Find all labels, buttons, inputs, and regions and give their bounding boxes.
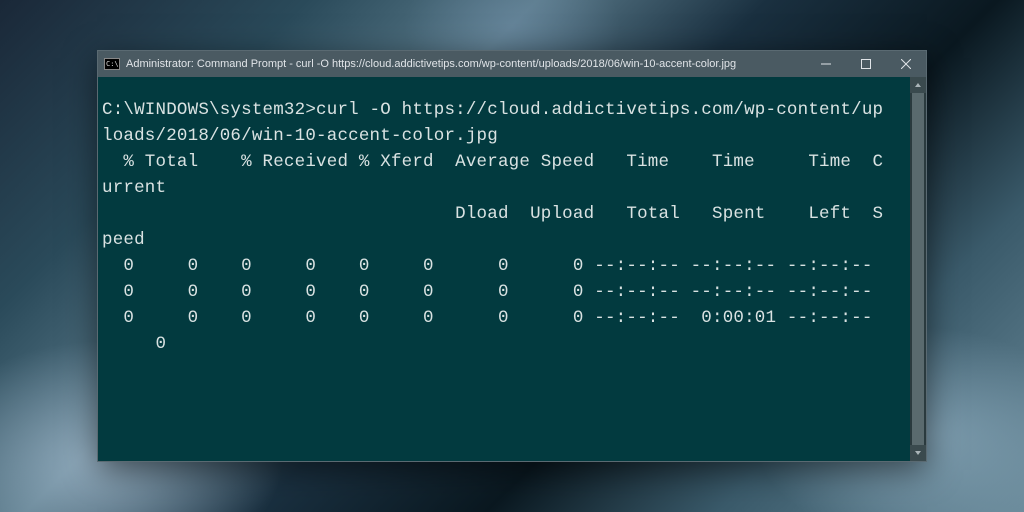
chevron-down-icon: [914, 449, 922, 457]
titlebar[interactable]: C:\ Administrator: Command Prompt - curl…: [98, 51, 926, 77]
scroll-down-button[interactable]: [910, 445, 926, 461]
vertical-scrollbar[interactable]: [910, 77, 926, 461]
maximize-button[interactable]: [846, 51, 886, 77]
cmd-icon: C:\: [104, 58, 120, 70]
command-prompt-window: C:\ Administrator: Command Prompt - curl…: [97, 50, 927, 462]
scrollbar-thumb[interactable]: [912, 93, 924, 445]
close-icon: [901, 59, 911, 69]
scrollbar-track[interactable]: [910, 93, 926, 445]
window-title: Administrator: Command Prompt - curl -O …: [126, 58, 736, 70]
minimize-button[interactable]: [806, 51, 846, 77]
maximize-icon: [861, 59, 871, 69]
minimize-icon: [821, 59, 831, 69]
scroll-up-button[interactable]: [910, 77, 926, 93]
close-button[interactable]: [886, 51, 926, 77]
chevron-up-icon: [914, 81, 922, 89]
terminal-output[interactable]: C:\WINDOWS\system32>curl -O https://clou…: [98, 77, 910, 461]
